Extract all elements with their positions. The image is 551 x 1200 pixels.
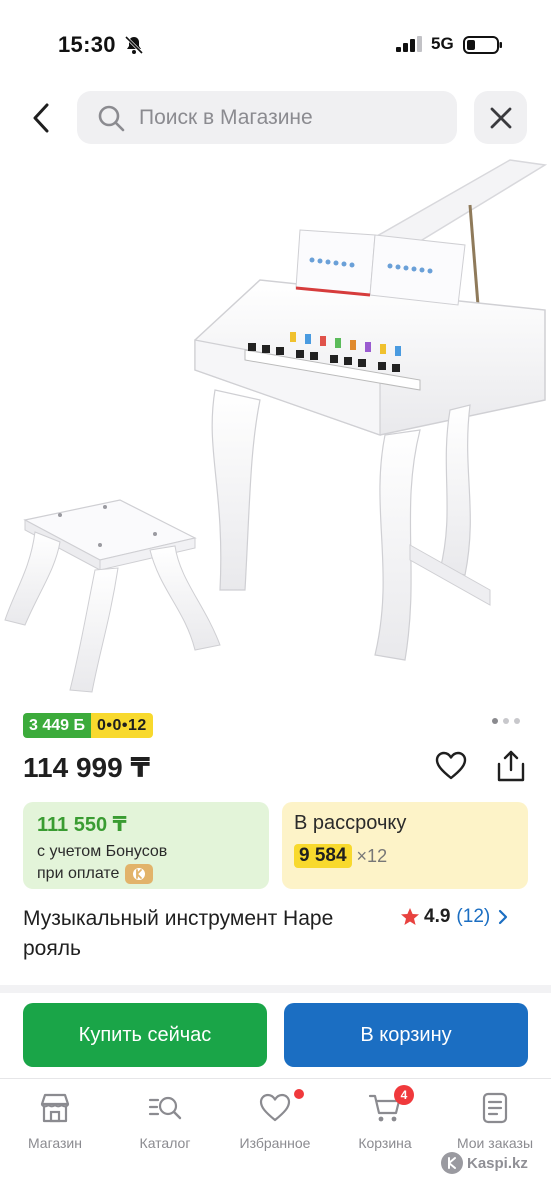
nav-item-orders[interactable]: Мои заказы: [445, 1091, 545, 1151]
network-type: 5G: [431, 34, 454, 53]
share-button[interactable]: [492, 746, 530, 786]
nav-label-orders: Мои заказы: [456, 1135, 534, 1151]
orders-icon: [482, 1092, 508, 1124]
nav-label-store: Магазин: [27, 1135, 82, 1151]
heart-icon: [259, 1093, 291, 1122]
bell-off-icon: [124, 35, 144, 55]
status-bar: 15:30 5G: [0, 0, 551, 90]
product-image[interactable]: [0, 150, 551, 700]
rating-link[interactable]: 4.9 (12): [400, 904, 508, 930]
bonus-badge: 3 449 Б: [23, 713, 91, 738]
share-icon: [497, 750, 525, 782]
status-time: 15:30: [58, 32, 116, 57]
bonus-caption-line2: при оплате: [37, 865, 120, 882]
battery-icon: [463, 36, 502, 54]
favorites-dot-badge: [294, 1089, 304, 1099]
add-to-cart-button[interactable]: В корзину: [284, 1003, 528, 1067]
pager-dot: [492, 718, 498, 724]
installment-badge: 0•0•12: [90, 713, 153, 738]
bonus-price: 111 550 ₸: [37, 814, 127, 836]
star-icon: [401, 908, 419, 925]
heart-icon: [435, 751, 467, 780]
watermark-text: Kaspi.kz: [467, 1154, 528, 1172]
kaspi-logo-icon: [441, 1152, 463, 1174]
review-count: (12): [456, 906, 491, 927]
kaspi-coin-icon: [125, 864, 154, 884]
installment-title: В рассрочку: [294, 812, 407, 834]
chevron-right-icon: [499, 909, 508, 925]
cart-count-badge: 4: [394, 1085, 414, 1105]
search-icon: [98, 105, 125, 131]
installment-amount: 9 584: [294, 844, 352, 868]
bonus-caption-line1: с учетом Бонусов: [37, 843, 168, 860]
buy-now-button[interactable]: Купить сейчас: [23, 1003, 267, 1067]
store-icon: [40, 1093, 70, 1123]
nav-item-store[interactable]: Магазин: [5, 1091, 105, 1151]
pager-dot: [503, 718, 509, 724]
kaspi-watermark: Kaspi.kz: [441, 1152, 528, 1174]
installment-offer-card[interactable]: В рассрочку 9 584 ×12: [282, 802, 528, 889]
bottom-nav: Магазин Каталог Избранное 4 Корзина Мои …: [0, 1078, 551, 1200]
nav-label-favorites: Избранное: [239, 1135, 311, 1151]
favorite-button[interactable]: [432, 748, 470, 784]
gallery-pager: [492, 718, 525, 724]
catalog-search-icon: [148, 1096, 182, 1120]
close-icon: [490, 107, 511, 128]
rating-value: 4.9: [424, 906, 451, 927]
section-divider: [0, 985, 551, 993]
search-placeholder: Поиск в Магазине: [139, 105, 313, 129]
close-button[interactable]: [474, 91, 527, 144]
back-button[interactable]: [22, 98, 60, 138]
chevron-left-icon: [33, 103, 49, 133]
product-title: Музыкальный инструмент Hape рояль: [23, 907, 334, 960]
search-input[interactable]: Поиск в Магазине: [77, 91, 457, 144]
nav-label-catalog: Каталог: [139, 1135, 191, 1151]
bonus-offer-card[interactable]: 111 550 ₸ с учетом Бонусов при оплате: [23, 802, 269, 889]
product-price: 114 999 ₸: [23, 752, 150, 783]
installment-months: ×12: [356, 845, 388, 866]
nav-label-cart: Корзина: [358, 1135, 412, 1151]
nav-item-favorites[interactable]: Избранное: [225, 1089, 325, 1151]
nav-item-cart[interactable]: 4 Корзина: [335, 1085, 435, 1151]
nav-item-catalog[interactable]: Каталог: [115, 1091, 215, 1151]
promo-badges: 3 449 Б 0•0•12: [23, 713, 153, 738]
signal-icon: [396, 36, 422, 52]
pager-dot: [514, 718, 520, 724]
